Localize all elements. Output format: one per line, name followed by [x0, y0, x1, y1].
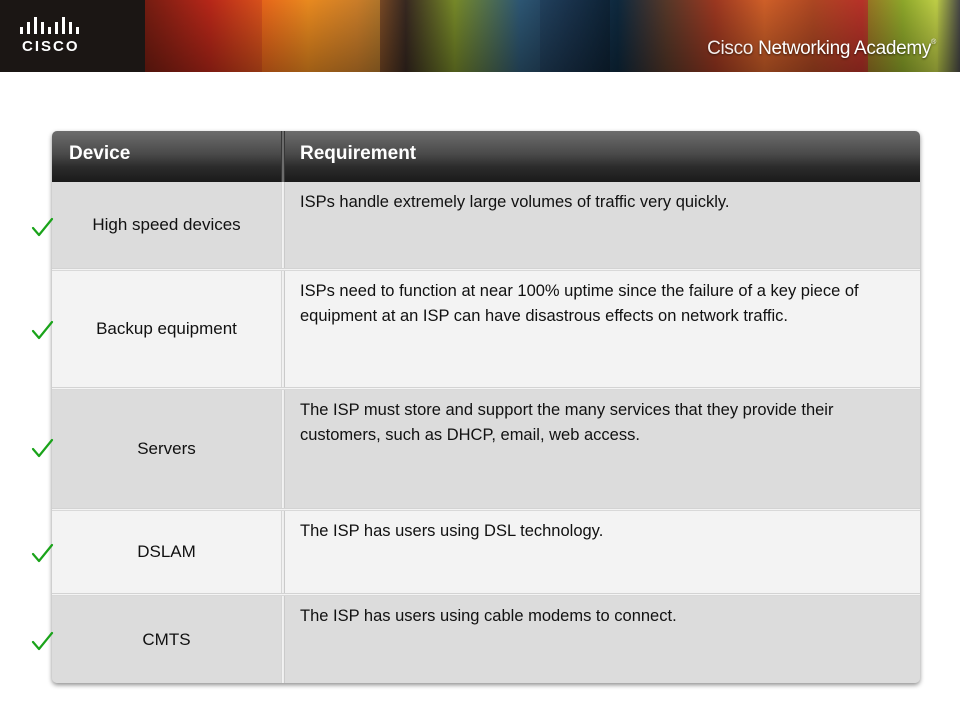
- table-row: High speed devices ISPs handle extremely…: [52, 182, 920, 268]
- academy-main: Networking Academy: [758, 38, 932, 59]
- table-row: Servers The ISP must store and support t…: [52, 390, 920, 508]
- academy-prefix: Cisco: [707, 38, 754, 59]
- requirement-cell: ISPs need to function at near 100% uptim…: [300, 282, 859, 325]
- header-requirement: Requirement: [300, 143, 417, 164]
- requirement-cell: The ISP has users using cable modems to …: [300, 607, 677, 625]
- table-header: Device Requirement: [52, 131, 920, 182]
- checkmark-icon: [31, 217, 54, 237]
- banner-shade: [145, 0, 960, 72]
- academy-title: Cisco Networking Academy®: [707, 38, 936, 60]
- device-cell: Servers: [137, 439, 196, 458]
- cisco-wordmark: CISCO: [22, 38, 80, 55]
- header-banner: CISCO Cisco Networking Academy®: [0, 0, 960, 72]
- column-divider: [281, 182, 285, 268]
- column-divider: [281, 511, 285, 593]
- checkmark-icon: [31, 438, 54, 458]
- requirement-cell: The ISP has users using DSL technology.: [300, 522, 604, 540]
- cisco-logo: CISCO: [0, 0, 145, 72]
- checkmark-icon: [31, 631, 54, 651]
- device-requirements-table: Device Requirement High speed devices IS…: [52, 131, 920, 683]
- cisco-bars-icon: [20, 17, 79, 34]
- requirement-cell: ISPs handle extremely large volumes of t…: [300, 193, 730, 211]
- table-row: DSLAM The ISP has users using DSL techno…: [52, 511, 920, 593]
- column-divider: [281, 271, 285, 387]
- trademark-mark: ®: [931, 39, 936, 46]
- header-divider: [281, 131, 285, 182]
- checkmark-icon: [31, 543, 54, 563]
- table-row: CMTS The ISP has users using cable modem…: [52, 596, 920, 683]
- checkmark-icon: [31, 320, 54, 340]
- device-cell: Backup equipment: [96, 319, 237, 338]
- table-row: Backup equipment ISPs need to function a…: [52, 271, 920, 387]
- header-device: Device: [69, 143, 131, 164]
- device-cell: DSLAM: [137, 542, 196, 561]
- device-cell: CMTS: [142, 629, 191, 649]
- column-divider: [281, 596, 285, 683]
- requirement-cell: The ISP must store and support the many …: [300, 401, 834, 444]
- device-cell: High speed devices: [92, 215, 241, 234]
- column-divider: [281, 390, 285, 508]
